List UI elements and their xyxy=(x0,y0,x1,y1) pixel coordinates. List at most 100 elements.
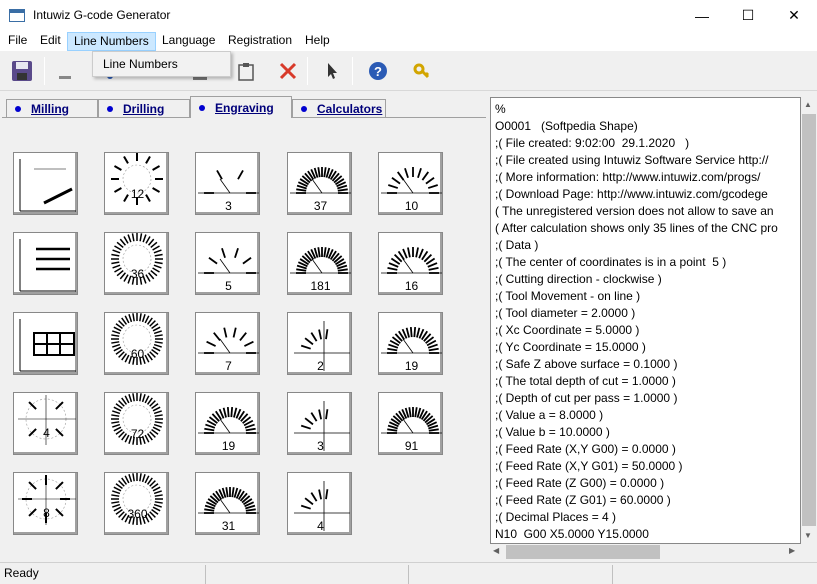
tab-milling[interactable]: Milling xyxy=(6,99,98,117)
tab-drilling[interactable]: Drilling xyxy=(98,99,190,117)
gcode-line: ;( The center of coordinates is in a poi… xyxy=(495,255,727,269)
edit-icon xyxy=(59,76,71,79)
shape-count-label: 91 xyxy=(404,439,419,453)
menu-help[interactable]: Help xyxy=(299,32,336,51)
shape-tile[interactable]: 31 xyxy=(195,472,260,535)
gcode-line: ;( Tool Movement - on line ) xyxy=(495,289,641,303)
scroll-up-icon[interactable]: ▲ xyxy=(804,100,812,109)
maximize-button[interactable]: ☐ xyxy=(725,0,771,31)
shape-count-label: 7 xyxy=(225,359,232,373)
delete-button[interactable] xyxy=(274,57,302,85)
scroll-down-icon[interactable]: ▼ xyxy=(804,531,812,540)
toolbar-separator xyxy=(44,57,45,85)
status-bar: Ready xyxy=(0,562,817,584)
line-numbers-dropdown: Line Numbers xyxy=(92,51,231,77)
shape-tile[interactable]: 72 xyxy=(104,392,169,455)
shape-tile[interactable]: 3 xyxy=(287,392,352,455)
gcode-line: ;( Download Page: http://www.intuwiz.com… xyxy=(495,187,768,201)
menu-registration[interactable]: Registration xyxy=(222,32,298,51)
gcode-line: ( The unregistered version does not allo… xyxy=(495,204,774,218)
tab-engraving[interactable]: Engraving xyxy=(190,96,292,118)
shape-tile[interactable]: 5 xyxy=(195,232,260,295)
gcode-line: ;( Cutting direction - clockwise ) xyxy=(495,272,662,286)
maximize-icon: ☐ xyxy=(741,7,755,23)
vertical-scroll-thumb[interactable] xyxy=(802,114,816,526)
paste-icon xyxy=(238,63,254,81)
shape-count-label: 16 xyxy=(404,279,419,293)
shape-tile[interactable]: 16 xyxy=(378,232,443,295)
title-bar: Intuwiz G-code Generator — ☐ ✕ xyxy=(0,0,817,31)
key-button[interactable] xyxy=(408,57,436,85)
shape-tile[interactable]: 7 xyxy=(195,312,260,375)
shapes-pane: Milling Drilling Engraving Calculators 1… xyxy=(0,95,487,560)
shape-count-label: 4 xyxy=(317,519,324,533)
shape-tile[interactable]: 4 xyxy=(287,472,352,535)
close-button[interactable]: ✕ xyxy=(771,0,817,31)
scroll-right-icon[interactable]: ▶ xyxy=(789,546,795,555)
paste-button[interactable] xyxy=(232,57,260,85)
shape-count-label: 4 xyxy=(43,426,50,440)
gcode-output[interactable]: % O0001 (Softpedia Shape) ;( File created:… xyxy=(490,97,801,544)
menu-language[interactable]: Language xyxy=(156,32,221,51)
shape-tile[interactable] xyxy=(13,232,78,295)
help-button[interactable]: ? xyxy=(364,57,392,85)
save-button[interactable] xyxy=(8,57,36,85)
bullet-icon xyxy=(107,105,113,112)
shape-tile[interactable]: 91 xyxy=(378,392,443,455)
app-icon xyxy=(9,9,25,22)
shape-tile[interactable]: 60 xyxy=(104,312,169,375)
shape-preview-icon xyxy=(18,475,76,525)
shape-tile[interactable]: 37 xyxy=(287,152,352,215)
menu-edit[interactable]: Edit xyxy=(34,32,67,51)
gcode-line: ;( Feed Rate (Z G00) = 0.0000 ) xyxy=(495,476,665,490)
scroll-left-icon[interactable]: ◀ xyxy=(493,546,499,555)
shape-tile[interactable]: 181 xyxy=(287,232,352,295)
horizontal-scroll-thumb[interactable] xyxy=(506,545,660,559)
shape-tile[interactable]: 36 xyxy=(104,232,169,295)
shape-tile[interactable]: 8 xyxy=(13,472,78,535)
save-icon xyxy=(12,61,32,81)
gcode-line: ;( Xc Coordinate = 5.0000 ) xyxy=(495,323,640,337)
shape-tile[interactable] xyxy=(13,152,78,215)
pointer-icon xyxy=(328,63,337,79)
bullet-icon xyxy=(301,105,307,112)
menu-file[interactable]: File xyxy=(2,32,33,51)
shape-tile[interactable]: 4 xyxy=(13,392,78,455)
dropdown-item-line-numbers[interactable]: Line Numbers xyxy=(103,57,178,71)
shape-count-label: 10 xyxy=(404,199,419,213)
gcode-line: ;( Data ) xyxy=(495,238,539,252)
gcode-line: ;( Yc Coordinate = 15.0000 ) xyxy=(495,340,646,354)
shape-tile[interactable]: 12 xyxy=(104,152,169,215)
tab-calculators[interactable]: Calculators xyxy=(292,99,386,117)
shape-count-label: 181 xyxy=(310,279,331,293)
delete-icon xyxy=(279,62,297,80)
shape-tile[interactable]: 360 xyxy=(104,472,169,535)
gcode-line: ;( Decimal Places = 4 ) xyxy=(495,510,617,524)
shape-count-label: 3 xyxy=(317,439,324,453)
bullet-icon xyxy=(199,104,205,111)
shape-tile[interactable]: 2 xyxy=(287,312,352,375)
shape-count-label: 3 xyxy=(225,199,232,213)
shape-preview-icon xyxy=(19,239,76,292)
pointer-button[interactable] xyxy=(317,57,345,85)
gcode-line: ;( Feed Rate (X,Y G00) = 0.0000 ) xyxy=(495,442,676,456)
shape-preview-icon xyxy=(111,153,163,205)
minimize-button[interactable]: — xyxy=(679,0,725,31)
shape-tile[interactable]: 19 xyxy=(195,392,260,455)
shape-tile[interactable]: 10 xyxy=(378,152,443,215)
shape-preview-icon xyxy=(19,319,76,372)
shape-count-label: 8 xyxy=(43,506,50,520)
shape-tile[interactable]: 3 xyxy=(195,152,260,215)
status-panel xyxy=(408,565,409,584)
shape-tile[interactable]: 19 xyxy=(378,312,443,375)
menu-line-numbers[interactable]: Line Numbers xyxy=(67,32,156,51)
shape-count-label: 37 xyxy=(313,199,328,213)
shape-tile[interactable] xyxy=(13,312,78,375)
shape-count-label: 72 xyxy=(130,427,145,441)
edit-button[interactable] xyxy=(52,57,80,85)
key-icon xyxy=(413,63,430,79)
gcode-line: N10 G00 X5.0000 Y15.0000 xyxy=(495,527,649,541)
shape-count-label: 2 xyxy=(317,359,324,373)
gcode-line: ;( More information: http://www.intuwiz.… xyxy=(495,170,761,184)
toolbar-separator xyxy=(352,57,353,85)
